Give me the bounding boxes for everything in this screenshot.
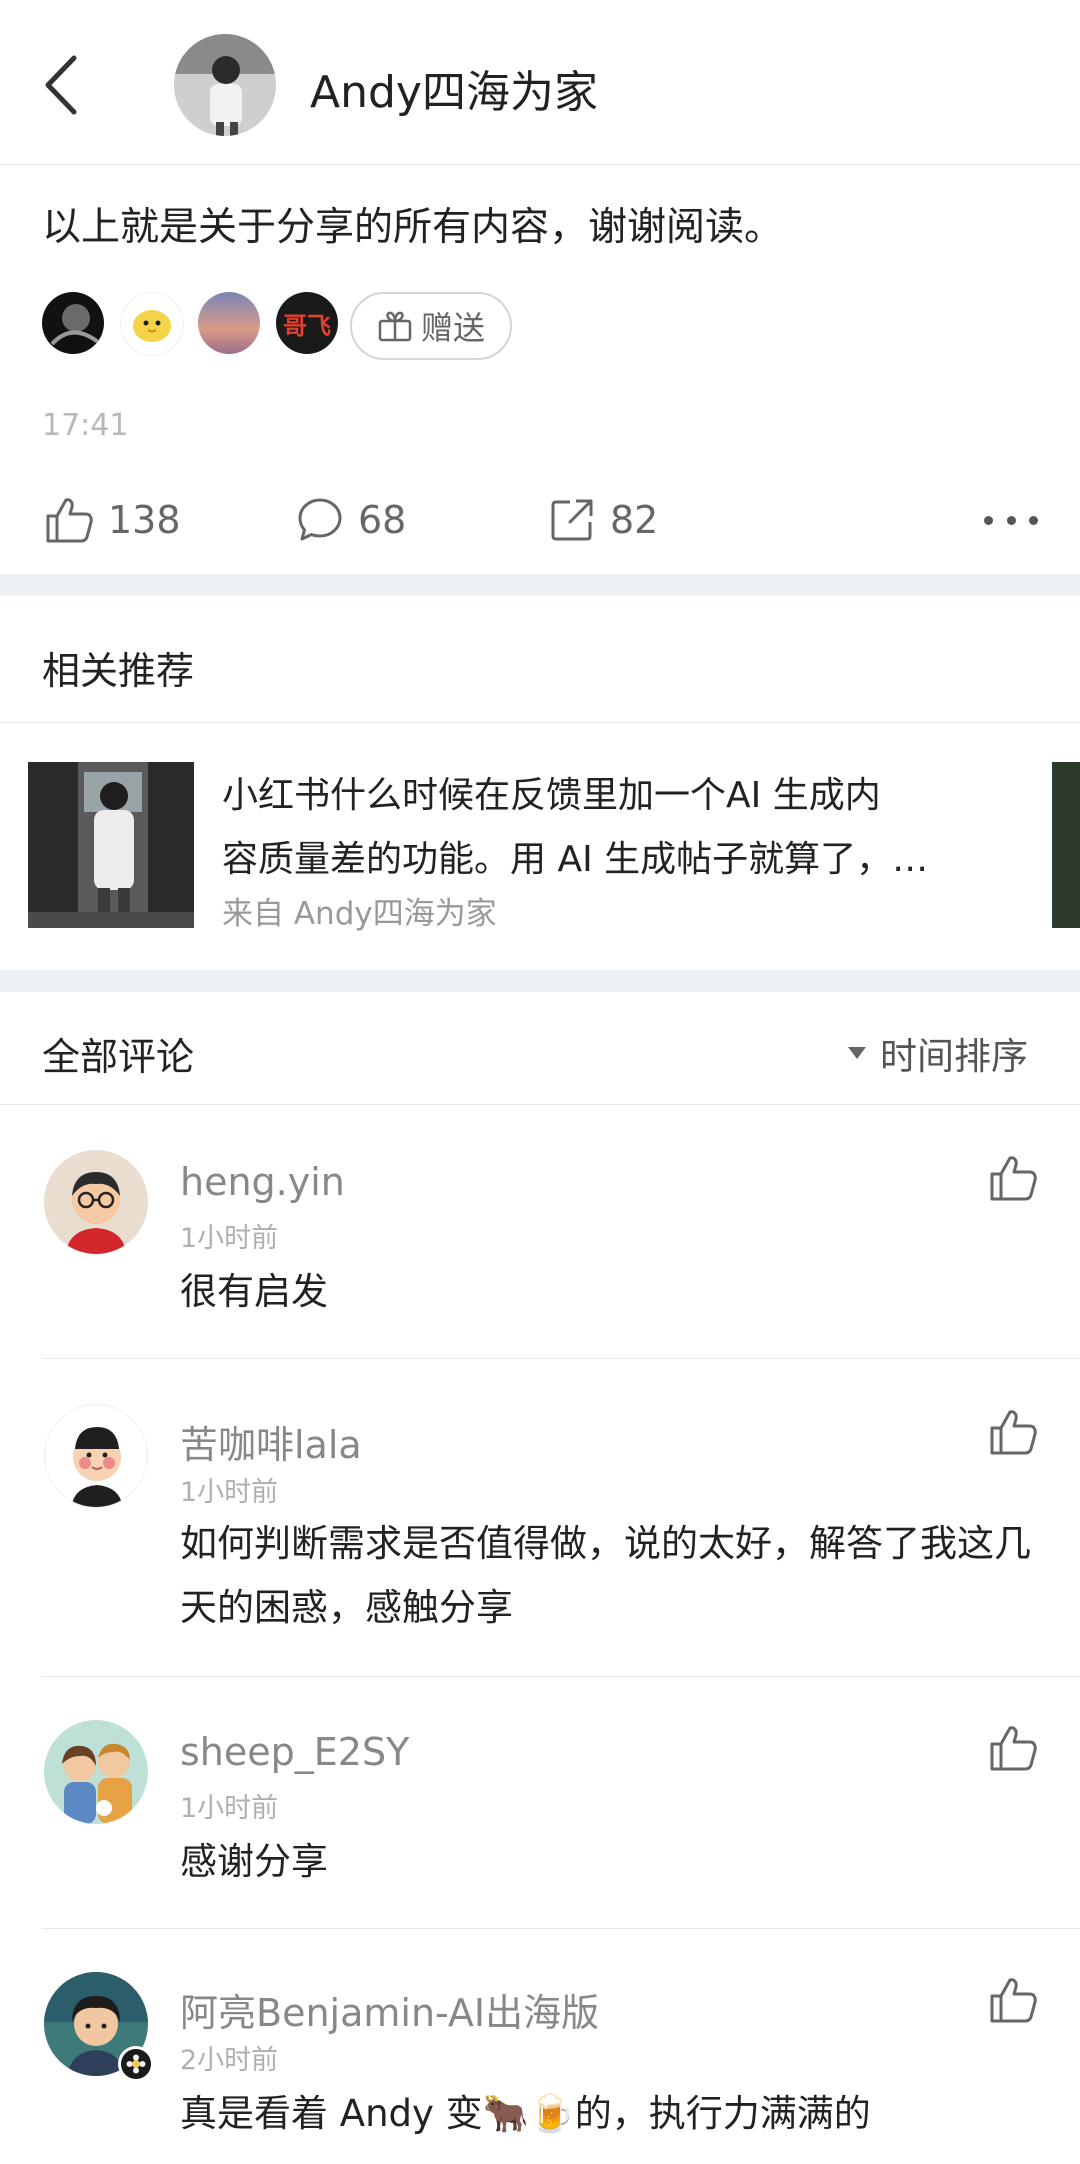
author-name[interactable]: Andy四海为家: [310, 56, 598, 120]
caret-down-icon: [848, 1047, 866, 1059]
commenter-avatar[interactable]: [44, 1150, 148, 1254]
thumbs-up-icon: [990, 1410, 1037, 1455]
post-time: 17:41: [42, 408, 129, 443]
comment-text: 感谢分享: [180, 1840, 328, 1883]
like-count: 138: [108, 498, 181, 542]
comment-like-button[interactable]: [988, 1976, 1038, 2026]
commenter-name[interactable]: 阿亮Benjamin-AI出海版: [180, 1982, 599, 2037]
post-text: 以上就是关于分享的所有内容，谢谢阅读。: [42, 205, 784, 250]
comment-time: 1小时前: [180, 1223, 279, 1254]
divider: [0, 722, 1080, 723]
divider: [0, 1104, 1080, 1105]
section-separator: [0, 970, 1080, 992]
divider: [42, 1358, 1080, 1359]
gift-button[interactable]: 赠送: [350, 292, 512, 360]
thumbs-up-icon: [990, 1156, 1037, 1201]
commenter-avatar[interactable]: [44, 1720, 148, 1824]
comment-time: 2小时前: [180, 2045, 279, 2076]
section-separator: [0, 574, 1080, 596]
comment-text: 很有启发: [180, 1270, 328, 1313]
author-avatar[interactable]: [174, 34, 276, 136]
related-thumbnail[interactable]: [28, 762, 194, 928]
gifter-avatar[interactable]: 哥飞: [276, 292, 338, 354]
share-button[interactable]: 82: [548, 490, 658, 550]
divider: [42, 1676, 1080, 1677]
commenter-avatar[interactable]: [44, 1404, 148, 1508]
like-button[interactable]: 138: [44, 490, 181, 550]
comment-time: 1小时前: [180, 1793, 279, 1824]
divider: [42, 1928, 1080, 1929]
thumbs-up-icon: [990, 1726, 1037, 1771]
more-options-icon[interactable]: [984, 505, 1038, 535]
comment-count: 68: [358, 498, 407, 542]
gifter-avatar[interactable]: [198, 292, 260, 354]
chevron-left-icon: [45, 55, 77, 115]
gift-icon: [378, 311, 412, 342]
related-title-line[interactable]: 容质量差的功能。用 AI 生成帖子就算了，…: [222, 830, 928, 882]
badge-icon: [118, 2046, 154, 2082]
comment-button[interactable]: 68: [296, 490, 406, 550]
commenter-name[interactable]: 苦咖啡lala: [180, 1414, 362, 1469]
gift-button-label: 赠送: [420, 309, 485, 347]
gifter-avatar[interactable]: [120, 292, 184, 356]
sort-label: 时间排序: [880, 1035, 1028, 1078]
comment-text: 真是看着 Andy 变🐂🍺的，执行力满满的: [180, 2092, 871, 2135]
share-count: 82: [610, 498, 659, 542]
related-thumbnail-next[interactable]: [1052, 762, 1080, 928]
comment-like-button[interactable]: [988, 1154, 1038, 1204]
comment-like-button[interactable]: [988, 1724, 1038, 1774]
comment-time: 1小时前: [180, 1477, 279, 1508]
related-title: 相关推荐: [42, 649, 195, 693]
sort-dropdown[interactable]: 时间排序: [846, 1026, 1028, 1080]
comment-bubble-icon: [298, 498, 342, 541]
back-button[interactable]: [38, 52, 88, 118]
related-title-line[interactable]: 小红书什么时候在反馈里加一个AI 生成内: [222, 766, 881, 818]
share-icon: [551, 499, 593, 541]
related-source: 来自 Andy四海为家: [222, 896, 497, 932]
thumbs-up-icon: [990, 1978, 1037, 2023]
comment-text: 如何判断需求是否值得做，说的太好，解答了我这几天的困惑，感触分享: [180, 1522, 1031, 1629]
gifter-badge-text: 哥飞: [283, 311, 331, 340]
gifter-avatar[interactable]: [42, 292, 104, 354]
comments-title: 全部评论: [42, 1035, 195, 1079]
thumbs-up-icon: [46, 498, 93, 543]
commenter-name[interactable]: sheep_E2SY: [180, 1730, 409, 1774]
comment-like-button[interactable]: [988, 1408, 1038, 1458]
commenter-name[interactable]: heng.yin: [180, 1160, 345, 1204]
